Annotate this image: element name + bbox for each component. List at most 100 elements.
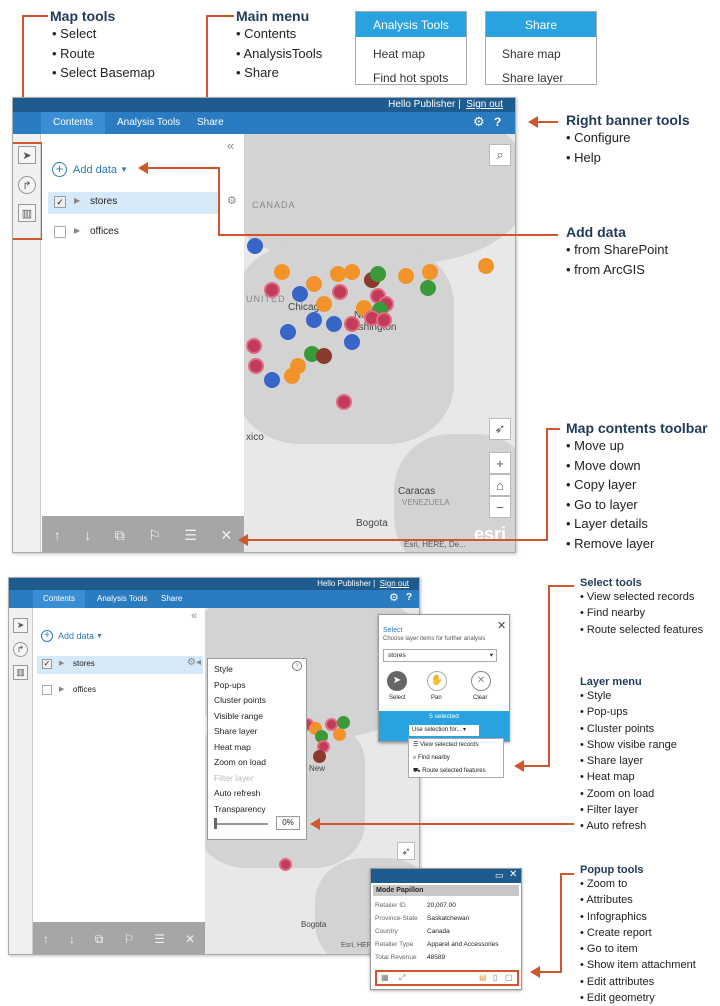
- use-selection-dropdown[interactable]: Use selection for... ▾: [409, 725, 479, 736]
- analysis-tools-menu-header[interactable]: Analysis Tools: [356, 12, 466, 37]
- map-point[interactable]: [247, 238, 263, 254]
- slider-handle[interactable]: [214, 818, 217, 829]
- layer-checkbox[interactable]: [42, 685, 52, 695]
- zoom-out-icon[interactable]: −: [489, 496, 511, 518]
- locate-icon[interactable]: ➶: [397, 842, 415, 860]
- layer-menu-item-zoom-on-load[interactable]: Zoom on load: [214, 755, 300, 771]
- collapse-icon[interactable]: «: [191, 610, 197, 622]
- tab-analysis-tools[interactable]: Analysis Tools: [97, 590, 148, 608]
- map-point[interactable]: [332, 284, 348, 300]
- layer-details-icon[interactable]: ☰: [184, 527, 197, 544]
- layer-gear-icon[interactable]: ⚙: [227, 194, 237, 207]
- move-down-icon[interactable]: ↓: [84, 527, 91, 543]
- select-icon[interactable]: ➤: [13, 618, 28, 633]
- remove-layer-icon[interactable]: ✕: [185, 932, 195, 946]
- copy-layer-icon[interactable]: ⧉: [95, 932, 104, 947]
- menu-item-find-hot-spots[interactable]: Find hot spots: [373, 66, 466, 90]
- basemap-icon[interactable]: ▥: [13, 665, 28, 680]
- map-point[interactable]: [264, 372, 280, 388]
- tab-analysis-tools[interactable]: Analysis Tools: [117, 112, 180, 134]
- layer-checkbox-checked[interactable]: ✓: [54, 196, 66, 208]
- zoom-in-icon[interactable]: +: [489, 452, 511, 474]
- sign-out-link[interactable]: Sign out: [380, 579, 409, 588]
- zoom-to-icon[interactable]: ⤢: [399, 973, 405, 983]
- map-point[interactable]: [264, 282, 280, 298]
- map-point[interactable]: [422, 264, 438, 280]
- map-point[interactable]: [344, 316, 360, 332]
- layer-select[interactable]: stores ▾: [383, 649, 497, 662]
- copy-layer-icon[interactable]: ⧉: [115, 527, 125, 544]
- map-point[interactable]: [274, 264, 290, 280]
- table-icon[interactable]: ▦: [381, 973, 389, 982]
- map-point[interactable]: [292, 286, 308, 302]
- map-point[interactable]: [306, 312, 322, 328]
- move-up-icon[interactable]: ↑: [43, 932, 49, 946]
- transparency-slider[interactable]: [214, 823, 268, 825]
- option-find-nearby[interactable]: ⌕ Find nearby: [413, 752, 503, 765]
- home-icon[interactable]: ⌂: [489, 474, 511, 496]
- layer-checkbox[interactable]: [54, 226, 66, 238]
- layer-menu-item-cluster[interactable]: Cluster points: [214, 693, 300, 709]
- option-view-selected-records[interactable]: ☰ View selected records: [413, 739, 503, 752]
- move-down-icon[interactable]: ↓: [69, 932, 75, 946]
- menu-item-share-map[interactable]: Share map: [502, 42, 596, 66]
- map-point[interactable]: [376, 312, 392, 328]
- map-view[interactable]: CANADA UNITED Chicago New Washington xic…: [244, 134, 515, 552]
- route-icon[interactable]: ↱: [13, 642, 28, 657]
- menu-item-heat-map[interactable]: Heat map: [373, 42, 466, 66]
- attributes-icon[interactable]: ▤: [479, 973, 487, 982]
- gear-icon[interactable]: ⚙: [473, 114, 485, 130]
- map-point[interactable]: [478, 258, 494, 274]
- layer-checkbox-checked[interactable]: ✓: [42, 659, 52, 669]
- tab-contents[interactable]: Contents: [41, 112, 105, 134]
- map-point[interactable]: [337, 716, 350, 729]
- pan-icon[interactable]: ✋: [427, 671, 447, 691]
- map-point[interactable]: [284, 368, 300, 384]
- map-point[interactable]: [306, 276, 322, 292]
- layer-menu-item-share[interactable]: Share layer: [214, 724, 300, 740]
- map-point[interactable]: [344, 334, 360, 350]
- tab-contents[interactable]: Contents: [33, 590, 85, 608]
- share-menu-header[interactable]: Share: [486, 12, 596, 37]
- map-point[interactable]: [316, 296, 332, 312]
- collapse-icon[interactable]: «: [227, 138, 234, 153]
- map-point[interactable]: [246, 338, 262, 354]
- layer-menu-item-style[interactable]: Style: [214, 662, 300, 678]
- map-point[interactable]: [316, 348, 332, 364]
- report-icon[interactable]: ▯: [493, 973, 497, 982]
- go-to-layer-icon[interactable]: ⚐: [123, 932, 134, 946]
- map-point[interactable]: [333, 728, 346, 741]
- menu-item-share-layer[interactable]: Share layer: [502, 66, 596, 90]
- select-tool-icon[interactable]: ➤: [387, 671, 407, 691]
- map-point[interactable]: [370, 266, 386, 282]
- tab-share[interactable]: Share: [197, 112, 224, 134]
- maximize-icon[interactable]: ▭: [495, 870, 504, 881]
- help-icon[interactable]: ?: [494, 115, 501, 129]
- layer-menu-item-visible-range[interactable]: Visible range: [214, 709, 300, 725]
- close-icon[interactable]: ✕: [509, 869, 517, 880]
- layer-details-icon[interactable]: ☰: [154, 932, 165, 946]
- expand-icon[interactable]: ▶: [59, 685, 64, 693]
- map-point[interactable]: [248, 358, 264, 374]
- remove-layer-icon[interactable]: ✕: [220, 527, 232, 544]
- clear-icon[interactable]: ✕: [471, 671, 491, 691]
- search-icon[interactable]: ⌕: [489, 144, 511, 166]
- tab-share[interactable]: Share: [161, 590, 182, 608]
- expand-icon[interactable]: ▶: [59, 659, 64, 667]
- map-point[interactable]: [326, 316, 342, 332]
- map-point[interactable]: [344, 264, 360, 280]
- gear-icon[interactable]: ⚙: [389, 591, 399, 604]
- help-icon[interactable]: ?: [406, 592, 412, 603]
- layer-menu-item-auto-refresh[interactable]: Auto refresh: [214, 786, 300, 802]
- map-point[interactable]: [280, 324, 296, 340]
- map-point[interactable]: [279, 858, 292, 871]
- option-route-selected[interactable]: ⛟ Route selected features: [413, 765, 503, 778]
- locate-icon[interactable]: ➶: [489, 418, 511, 440]
- go-to-item-icon[interactable]: ▢: [505, 973, 513, 982]
- layer-menu-item-heat-map[interactable]: Heat map: [214, 740, 300, 756]
- sign-out-link[interactable]: Sign out: [466, 99, 503, 110]
- expand-icon[interactable]: ▶: [74, 226, 80, 235]
- map-point[interactable]: [420, 280, 436, 296]
- add-data-button[interactable]: + Add data ▼: [41, 630, 103, 642]
- layer-gear-icon[interactable]: ⚙◂: [187, 657, 201, 668]
